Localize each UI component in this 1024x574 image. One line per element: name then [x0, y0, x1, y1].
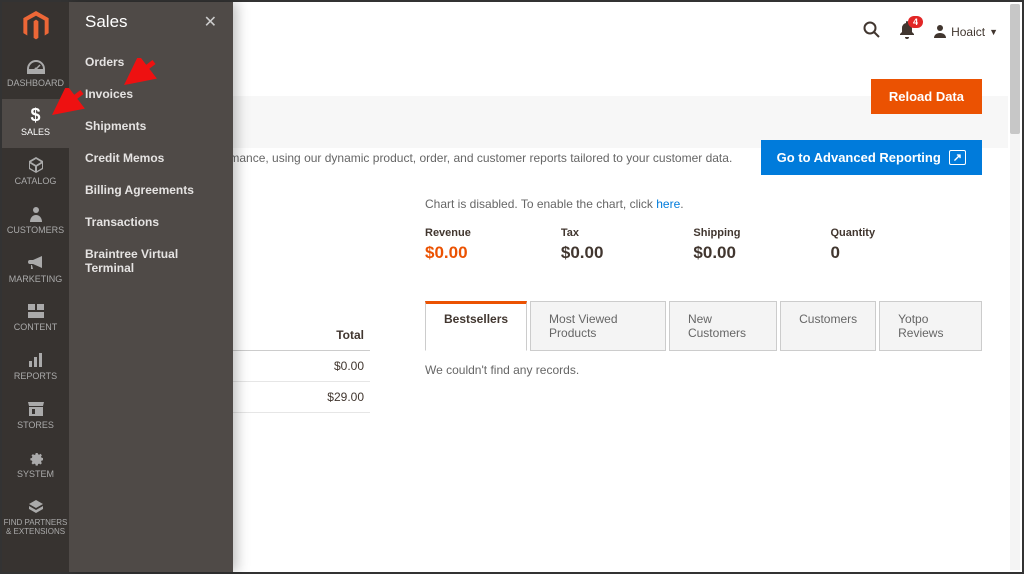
dashboard-tabs: Bestsellers Most Viewed Products New Cus… [425, 301, 982, 351]
external-link-icon: ↗ [949, 150, 966, 165]
advanced-reporting-button[interactable]: Go to Advanced Reporting ↗ [761, 140, 982, 175]
nav-stores[interactable]: STORES [2, 392, 69, 441]
submenu-braintree[interactable]: Braintree Virtual Terminal [69, 238, 233, 284]
metric-value: $0.00 [425, 243, 471, 263]
nav-system[interactable]: SYSTEM [2, 441, 69, 490]
enable-chart-link[interactable]: here [656, 197, 680, 211]
annotation-arrow-orders [120, 58, 160, 88]
tab-bestsellers[interactable]: Bestsellers [425, 301, 527, 351]
reload-data-button[interactable]: Reload Data [871, 79, 982, 114]
cube-icon [26, 156, 46, 174]
nav-label: SYSTEM [17, 470, 54, 480]
metric-value: 0 [830, 243, 875, 263]
metric-shipping: Shipping $0.00 [693, 227, 740, 263]
submenu-shipments[interactable]: Shipments [69, 110, 233, 142]
bars-icon [26, 351, 46, 369]
notifications-icon[interactable]: 4 [899, 21, 915, 44]
nav-label: STORES [17, 421, 54, 431]
nav-reports[interactable]: REPORTS [2, 343, 69, 392]
chart-msg-text: Chart is disabled. To enable the chart, … [425, 197, 656, 211]
dollar-icon: $ [26, 107, 46, 125]
tab-new-customers[interactable]: New Customers [669, 301, 777, 351]
megaphone-icon [26, 254, 46, 272]
submenu-billing-agreements[interactable]: Billing Agreements [69, 174, 233, 206]
nav-catalog[interactable]: CATALOG [2, 148, 69, 197]
annotation-arrow-sales [48, 88, 88, 118]
scrollbar-thumb[interactable] [1010, 4, 1020, 134]
dashboard-icon [26, 58, 46, 76]
nav-marketing[interactable]: MARKETING [2, 246, 69, 295]
magento-logo[interactable] [2, 2, 69, 50]
nav-label: CATALOG [15, 177, 57, 187]
notification-badge: 4 [908, 16, 923, 28]
nav-find-partners[interactable]: FIND PARTNERS & EXTENSIONS [2, 490, 69, 547]
search-icon[interactable] [863, 21, 881, 44]
chart-disabled-message: Chart is disabled. To enable the chart, … [425, 197, 982, 211]
nav-label: FIND PARTNERS & EXTENSIONS [2, 519, 69, 537]
nav-content[interactable]: CONTENT [2, 294, 69, 343]
metric-value: $0.00 [561, 243, 604, 263]
nav-label: CUSTOMERS [7, 226, 64, 236]
nav-label: CONTENT [14, 323, 58, 333]
user-name: Hoaict [951, 25, 985, 39]
nav-customers[interactable]: CUSTOMERS [2, 197, 69, 246]
metric-tax: Tax $0.00 [561, 227, 604, 263]
person-icon [26, 205, 46, 223]
metric-quantity: Quantity 0 [830, 227, 875, 263]
metric-label: Quantity [830, 227, 875, 239]
nav-label: MARKETING [9, 275, 63, 285]
metrics-row: Revenue $0.00 Tax $0.00 Shipping $0.00 Q… [425, 227, 982, 263]
nav-label: SALES [21, 128, 50, 138]
advanced-reporting-label: Go to Advanced Reporting [777, 150, 941, 165]
no-records-message: We couldn't find any records. [425, 363, 982, 377]
metric-label: Revenue [425, 227, 471, 239]
stores-icon [26, 400, 46, 418]
tab-yotpo[interactable]: Yotpo Reviews [879, 301, 982, 351]
nav-label: REPORTS [14, 372, 57, 382]
partner-icon [26, 498, 46, 516]
submenu-transactions[interactable]: Transactions [69, 206, 233, 238]
metric-label: Tax [561, 227, 604, 239]
blocks-icon [26, 302, 46, 320]
magento-logo-icon [23, 11, 49, 41]
gear-icon [26, 449, 46, 467]
metric-label: Shipping [693, 227, 740, 239]
metric-value: $0.00 [693, 243, 740, 263]
submenu-credit-memos[interactable]: Credit Memos [69, 142, 233, 174]
user-icon [933, 24, 947, 41]
user-menu[interactable]: Hoaict ▼ [933, 24, 998, 41]
chevron-down-icon: ▼ [989, 27, 998, 37]
metric-revenue: Revenue $0.00 [425, 227, 471, 263]
submenu-title: Sales [85, 12, 128, 32]
tab-customers[interactable]: Customers [780, 301, 876, 351]
tab-most-viewed[interactable]: Most Viewed Products [530, 301, 666, 351]
close-icon[interactable]: ✕ [204, 12, 217, 32]
